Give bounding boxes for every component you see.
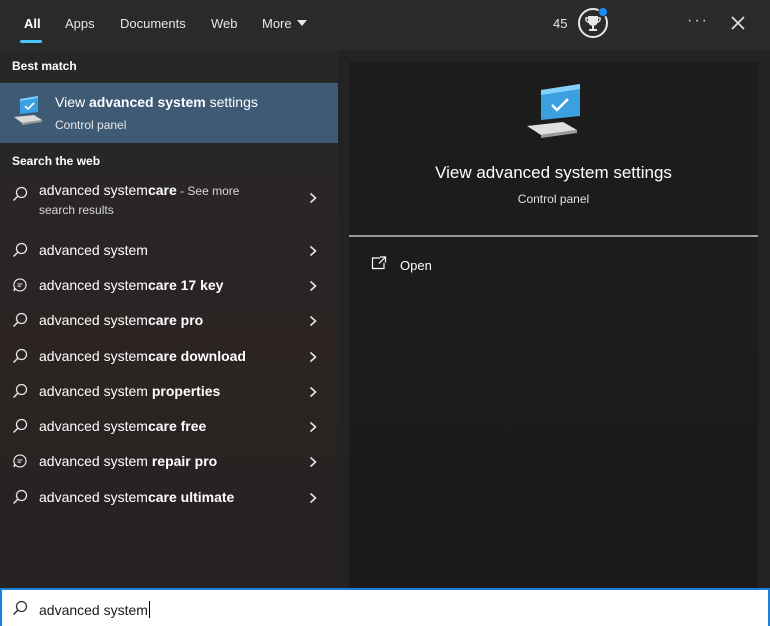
best-match-item[interactable]: View advanced system settings Control pa… (0, 83, 338, 143)
system-settings-icon (12, 95, 46, 127)
search-icon (12, 489, 28, 505)
tab-active-indicator (20, 40, 42, 43)
chat-icon (12, 453, 28, 469)
search-web-heading: Search the web (12, 154, 101, 168)
search-box[interactable]: advanced system (0, 588, 770, 626)
web-result-item[interactable]: advanced systemcare download (0, 338, 338, 373)
web-result-label: advanced systemcare ultimate (39, 489, 235, 505)
web-result-item[interactable]: advanced system repair pro (0, 443, 338, 478)
chevron-right-icon[interactable] (308, 385, 318, 398)
best-match-title: View advanced system settings (55, 94, 258, 110)
chat-icon (12, 277, 28, 293)
web-result-label: advanced systemcare free (39, 418, 207, 434)
web-result-item[interactable]: advanced systemcare ultimate (0, 479, 338, 514)
caret-down-icon (296, 20, 307, 26)
search-icon (12, 600, 28, 616)
web-result-label: advanced systemcare pro (39, 312, 204, 328)
tab-more[interactable]: More (262, 16, 307, 34)
open-action[interactable]: Open (371, 255, 491, 277)
chevron-right-icon[interactable] (308, 491, 318, 504)
search-icon (12, 348, 28, 364)
results-panel: Best match View advanced system settings… (0, 50, 338, 588)
search-icon (12, 418, 28, 434)
chevron-right-icon[interactable] (308, 244, 318, 257)
tab-all[interactable]: All (24, 16, 41, 34)
preview-panel: View advanced system settings Control pa… (349, 62, 758, 588)
chevron-right-icon[interactable] (308, 420, 318, 433)
tab-more-label: More (262, 16, 292, 31)
chevron-right-icon[interactable] (308, 350, 318, 363)
best-match-subtitle: Control panel (55, 118, 127, 132)
more-options-icon[interactable]: ··· (687, 12, 709, 30)
chevron-right-icon[interactable] (308, 279, 318, 292)
web-result-item[interactable]: advanced system properties (0, 373, 338, 408)
tab-web[interactable]: Web (211, 16, 238, 34)
search-icon (12, 312, 28, 328)
web-result-label: advanced systemcare 17 key (39, 277, 224, 293)
web-result-item[interactable]: advanced systemcare free (0, 408, 338, 443)
chevron-right-icon[interactable] (308, 191, 318, 204)
search-icon (12, 383, 28, 399)
web-result-item[interactable]: advanced systemcare - See more search res… (0, 180, 338, 224)
tab-apps[interactable]: Apps (65, 16, 95, 34)
web-result-subtext: search results (39, 203, 114, 217)
search-icon (12, 186, 28, 202)
best-match-heading: Best match (12, 59, 77, 73)
web-result-item[interactable]: advanced system (0, 232, 338, 267)
top-bar: All Apps Documents Web More 45 ··· (0, 0, 770, 50)
web-result-label: advanced systemcare download (39, 348, 246, 364)
web-result-label: advanced system repair pro (39, 453, 218, 469)
search-input[interactable]: advanced system (39, 601, 150, 618)
web-result-label: advanced system (39, 242, 148, 258)
text-cursor (148, 601, 150, 618)
tab-documents[interactable]: Documents (120, 16, 186, 34)
divider (349, 235, 758, 237)
close-icon[interactable] (728, 13, 748, 33)
chevron-right-icon[interactable] (308, 314, 318, 327)
system-settings-large-icon (525, 84, 583, 140)
open-external-icon (371, 256, 387, 270)
web-result-label: advanced systemcare - See more (39, 182, 240, 198)
preview-title: View advanced system settings (435, 163, 672, 182)
web-result-item[interactable]: advanced systemcare pro (0, 302, 338, 337)
preview-subtitle: Control panel (517, 192, 590, 206)
search-icon (12, 242, 28, 258)
notification-dot (598, 7, 608, 17)
web-result-label: advanced system properties (39, 383, 221, 399)
web-result-item[interactable]: advanced systemcare 17 key (0, 267, 338, 302)
chevron-right-icon[interactable] (308, 455, 318, 468)
rewards-points: 45 (553, 16, 568, 31)
open-label: Open (400, 258, 432, 273)
